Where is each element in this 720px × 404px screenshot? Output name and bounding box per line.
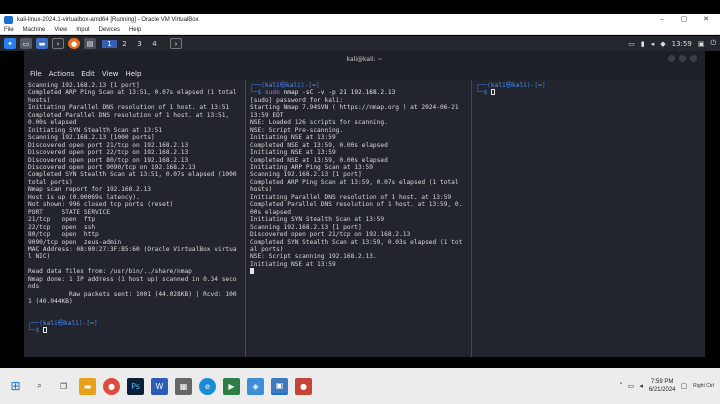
edge-icon[interactable]: e <box>199 377 216 395</box>
close-icon[interactable]: ✕ <box>696 14 716 25</box>
panel-tray: ▭ ▮ ◂ ◆ 13:59 ▣ ⏻ <box>622 36 716 51</box>
vbox-menu-input[interactable]: Input <box>76 27 89 33</box>
power-icon[interactable]: ⏻ <box>710 39 716 48</box>
terminal-title-bar: kali@kali: ~ <box>24 51 705 67</box>
terminal-task-icon[interactable]: › <box>170 38 182 49</box>
vbox-menu-file[interactable]: File <box>4 27 14 33</box>
virtualbox-taskbar-icon[interactable]: ▣ <box>271 377 288 395</box>
taskbar-time: 7:59 PM <box>651 379 674 385</box>
mid-cursor-line <box>250 268 466 275</box>
photoshop-icon[interactable]: Ps <box>127 377 144 395</box>
terminal-pane-middle[interactable]: ┌──(kali㉿kali)-[~] └─$ sudo nmap -sC -v … <box>246 80 470 357</box>
prompt-host: kali <box>286 82 301 89</box>
terminal-menu-file[interactable]: File <box>30 70 42 78</box>
vbox-menu-bar: File Machine View Input Devices Help <box>0 25 720 35</box>
terminal-menu-bar: File Actions Edit View Help <box>24 67 705 80</box>
notification-icon[interactable]: ▢ <box>681 382 688 390</box>
media-player-icon[interactable]: ▶ <box>223 377 240 395</box>
vbox-menu-devices[interactable]: Devices <box>99 27 120 33</box>
prompt-dir: ~ <box>90 319 94 327</box>
calculator-icon[interactable]: ▦ <box>175 377 192 395</box>
vbox-menu-view[interactable]: View <box>54 27 67 33</box>
terminal-title: kali@kali: ~ <box>346 55 383 63</box>
close-icon[interactable] <box>690 55 697 62</box>
volume-icon[interactable]: ◂ <box>639 382 643 390</box>
prompt-user: kali <box>490 82 506 89</box>
screen: kali-linux-2024.1-virtualbox-amd64 [Runn… <box>0 0 720 404</box>
kali-menu-icon[interactable]: ✦ <box>4 38 16 49</box>
taskbar-clock[interactable]: 7:59 PM 6/21/2024 <box>649 378 676 394</box>
vbox-window-title: kali-linux-2024.1-virtualbox-amd64 [Runn… <box>17 16 199 23</box>
host-key-label: Right Ctrl <box>693 383 714 389</box>
firefox-icon[interactable]: ● <box>68 38 80 49</box>
chrome-icon[interactable]: ● <box>103 377 120 395</box>
terminal-menu-help[interactable]: Help <box>125 70 141 78</box>
app-icon[interactable]: ◈ <box>247 377 264 395</box>
recorder-icon[interactable]: ● <box>295 377 312 395</box>
right-cursor <box>490 89 495 96</box>
minimize-icon[interactable]: – <box>652 14 672 25</box>
virtualbox-icon <box>4 15 13 24</box>
left-pane-output: Scanning 192.168.2.13 [1 port] Completed… <box>28 82 237 306</box>
workspace-2[interactable]: 2 <box>117 40 132 48</box>
terminal-icon[interactable]: › <box>52 38 64 49</box>
screen-icon[interactable]: ▭ <box>628 40 635 48</box>
prompt-host: kali <box>64 319 79 327</box>
prompt-user: kali <box>42 319 58 327</box>
left-prompt-line-2: └─$ <box>28 327 240 334</box>
taskbar-date: 6/21/2024 <box>648 387 676 393</box>
file-explorer-icon[interactable]: ▬ <box>79 377 96 395</box>
maximize-icon[interactable] <box>679 55 686 62</box>
windows-taskbar: ⊞ ⌕ ❐ ▬ ● Ps W ▦ e ▶ ◈ ▣ ● ˄ ▭ ◂ 7:59 PM… <box>0 368 720 404</box>
file-manager-icon[interactable]: ▬ <box>36 38 48 49</box>
task-view-icon[interactable]: ❐ <box>55 378 72 395</box>
network-icon[interactable]: ▭ <box>628 382 635 390</box>
workspace-4[interactable]: 4 <box>147 40 162 48</box>
workspace-1[interactable]: 1 <box>102 39 117 48</box>
mid-pane-output: [sudo] password for kali: Starting Nmap … <box>250 96 463 268</box>
lock-icon[interactable]: ▣ <box>698 40 705 48</box>
search-icon[interactable]: ⌕ <box>31 378 48 395</box>
terminal-body: Scanning 192.168.2.13 [1 port] Completed… <box>24 80 705 357</box>
battery-icon[interactable]: ▮ <box>641 40 645 48</box>
terminal-menu-actions[interactable]: Actions <box>49 70 75 78</box>
prompt-dir: ~ <box>538 82 542 89</box>
vbox-title-bar: kali-linux-2024.1-virtualbox-amd64 [Runn… <box>0 14 720 25</box>
vbox-menu-help[interactable]: Help <box>129 27 141 33</box>
workspace-3[interactable]: 3 <box>132 40 147 48</box>
minimize-icon[interactable] <box>668 55 675 62</box>
terminal-menu-view[interactable]: View <box>102 70 119 78</box>
terminal-pane-right[interactable]: ┌──(kali㉿kali)-[~] └─$ <box>472 80 705 357</box>
chevron-up-icon[interactable]: ˄ <box>619 382 623 390</box>
kali-top-panel: ✦ ▭ ▬ › ● ▤ 1 2 3 4 › ▭ ▮ ◂ ◆ 13:59 ▣ ⏻ <box>0 36 720 51</box>
left-cursor <box>42 327 47 334</box>
right-prompt-line-1: ┌──(kali㉿kali)-[~] <box>476 82 546 89</box>
notification-icon[interactable]: ◆ <box>660 40 665 48</box>
text-editor-icon[interactable]: ▤ <box>84 38 96 49</box>
vbox-menu-machine[interactable]: Machine <box>23 27 46 33</box>
prompt-user: kali <box>264 82 280 89</box>
volume-icon[interactable]: ◂ <box>651 40 655 48</box>
left-prompt-line-1: ┌──(kali㉿kali)-[~] <box>28 319 98 327</box>
windows-start-icon[interactable]: ⊞ <box>7 378 24 395</box>
system-tray: ˄ ▭ ◂ 7:59 PM 6/21/2024 ▢ Right Ctrl <box>614 368 714 404</box>
command-args: nmap -sC -v -p 21 192.168.2.13 <box>283 89 396 97</box>
command-name: sudo <box>264 89 280 97</box>
terminal-pane-left[interactable]: Scanning 192.168.2.13 [1 port] Completed… <box>24 80 244 357</box>
terminal-menu-edit[interactable]: Edit <box>81 70 95 78</box>
right-prompt-line-2: └─$ <box>476 89 701 96</box>
mid-cursor <box>250 268 254 275</box>
prompt-host: kali <box>512 82 527 89</box>
maximize-icon[interactable]: ▢ <box>674 14 694 25</box>
mid-prompt-line-2: └─$ sudo nmap -sC -v -p 21 192.168.2.13 <box>250 89 396 97</box>
panel-clock: 13:59 <box>671 39 692 48</box>
desktop-icon[interactable]: ▭ <box>20 38 32 49</box>
word-icon[interactable]: W <box>151 377 168 395</box>
prompt-dir: ~ <box>312 82 316 89</box>
